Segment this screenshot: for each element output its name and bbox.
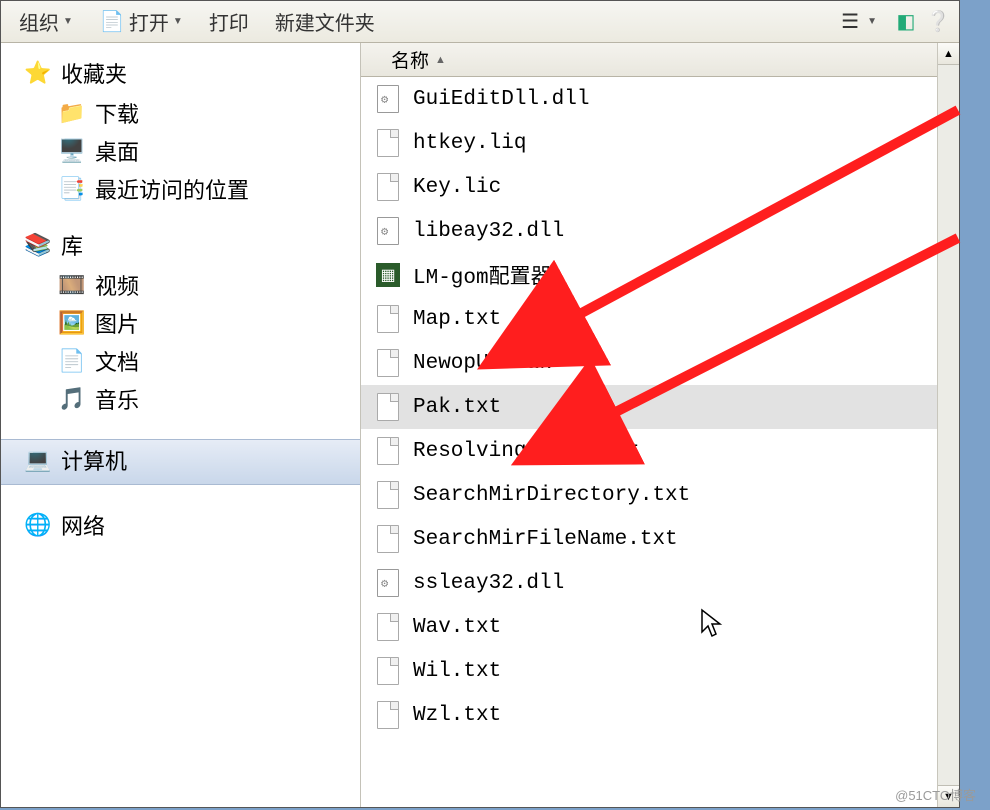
file-row[interactable]: ▦ LM-gom配置器 — [361, 253, 959, 297]
file-name: NewopUI.Pak — [413, 352, 552, 375]
file-row[interactable]: Map.txt — [361, 297, 959, 341]
file-row[interactable]: ssleay32.dll — [361, 561, 959, 605]
file-icon — [375, 304, 401, 334]
file-name: Wav.txt — [413, 616, 501, 639]
new-folder-button[interactable]: 新建文件夹 — [265, 3, 385, 40]
file-list[interactable]: GuiEditDll.dll htkey.liq Key.lic libeay32.d… — [361, 77, 959, 807]
dll-icon — [375, 84, 401, 114]
preview-pane-button[interactable]: ◧ — [893, 9, 919, 35]
sidebar-item-documents[interactable]: 📄 文档 — [59, 345, 360, 377]
new-folder-label: 新建文件夹 — [275, 7, 375, 36]
vertical-scrollbar[interactable]: ▲ ▼ — [937, 43, 959, 807]
file-row[interactable]: Key.lic — [361, 165, 959, 209]
sort-asc-icon: ▲ — [435, 54, 446, 66]
file-name: SearchMirFileName.txt — [413, 528, 678, 551]
file-row[interactable]: Wzl.txt — [361, 693, 959, 737]
file-pane: 名称 ▲ GuiEditDll.dll htkey.liq Key.lic libea… — [361, 43, 959, 807]
nav-tree: ⭐ 收藏夹 📁 下载 🖥️ 桌面 📑 最近访问的位置 📚 — [1, 43, 361, 807]
organize-label: 组织 — [19, 7, 59, 36]
recent-icon: 📑 — [59, 176, 85, 202]
sidebar-item-desktop[interactable]: 🖥️ 桌面 — [59, 135, 360, 167]
file-row[interactable]: libeay32.dll — [361, 209, 959, 253]
file-icon — [375, 524, 401, 554]
document-icon: 📄 — [59, 348, 85, 374]
network-root[interactable]: 🌐 网络 — [25, 509, 360, 541]
network-icon: 🌐 — [25, 512, 51, 538]
file-name: LM-gom配置器 — [413, 260, 552, 290]
libraries-root[interactable]: 📚 库 — [25, 229, 360, 261]
view-icon: ☰ — [837, 9, 863, 35]
file-icon — [375, 700, 401, 730]
sidebar-item-pictures[interactable]: 🖼️ 图片 — [59, 307, 360, 339]
sidebar-item-recent[interactable]: 📑 最近访问的位置 — [59, 173, 360, 205]
scroll-up-button[interactable]: ▲ — [938, 43, 959, 65]
file-row[interactable]: SearchMirDirectory.txt — [361, 473, 959, 517]
chevron-down-icon: ▼ — [867, 16, 877, 27]
file-icon — [375, 172, 401, 202]
chevron-down-icon: ▼ — [63, 16, 73, 27]
dll-icon — [375, 216, 401, 246]
open-button[interactable]: 📄 打开 ▼ — [89, 3, 193, 40]
print-button[interactable]: 打印 — [199, 3, 259, 40]
file-icon — [375, 612, 401, 642]
file-icon — [375, 392, 401, 422]
favorites-root[interactable]: ⭐ 收藏夹 — [25, 57, 360, 89]
file-row[interactable]: htkey.liq — [361, 121, 959, 165]
cursor-icon — [700, 608, 724, 645]
file-name: Map.txt — [413, 308, 501, 331]
file-name: Wzl.txt — [413, 704, 501, 727]
download-folder-icon: 📁 — [59, 100, 85, 126]
file-name: Wil.txt — [413, 660, 501, 683]
file-row[interactable]: Wav.txt — [361, 605, 959, 649]
file-name: libeay32.dll — [413, 220, 564, 243]
star-icon: ⭐ — [25, 60, 51, 86]
file-row[interactable]: GuiEditDll.dll — [361, 77, 959, 121]
sidebar-item-videos[interactable]: 🎞️ 视频 — [59, 269, 360, 301]
sidebar-item-music[interactable]: 🎵 音乐 — [59, 383, 360, 415]
file-icon — [375, 348, 401, 378]
file-icon — [375, 436, 401, 466]
file-row[interactable]: ResolvingPower.txt — [361, 429, 959, 473]
computer-root[interactable]: 💻 计算机 — [25, 444, 360, 476]
organize-button[interactable]: 组织 ▼ — [9, 3, 83, 40]
dll-icon — [375, 568, 401, 598]
file-row[interactable]: NewopUI.Pak — [361, 341, 959, 385]
view-button[interactable]: ☰ ▼ — [827, 5, 887, 39]
sidebar-item-downloads[interactable]: 📁 下载 — [59, 97, 360, 129]
toolbar: 组织 ▼ 📄 打开 ▼ 打印 新建文件夹 ☰ ▼ ◧ ❔ — [1, 1, 959, 43]
print-label: 打印 — [209, 7, 249, 36]
file-icon — [375, 480, 401, 510]
desktop-icon: 🖥️ — [59, 138, 85, 164]
watermark: @51CTO博客 — [895, 785, 976, 804]
file-row[interactable]: Pak.txt — [361, 385, 959, 429]
file-icon — [375, 128, 401, 158]
library-icon: 📚 — [25, 232, 51, 258]
computer-icon: 💻 — [25, 447, 51, 473]
music-icon: 🎵 — [59, 386, 85, 412]
file-row[interactable]: SearchMirFileName.txt — [361, 517, 959, 561]
picture-icon: 🖼️ — [59, 310, 85, 336]
file-name: Key.lic — [413, 176, 501, 199]
file-name: SearchMirDirectory.txt — [413, 484, 690, 507]
file-name: Pak.txt — [413, 396, 501, 419]
document-icon: 📄 — [99, 9, 125, 35]
file-name: ResolvingPower.txt — [413, 440, 640, 463]
file-name: GuiEditDll.dll — [413, 88, 589, 111]
file-row[interactable]: Wil.txt — [361, 649, 959, 693]
file-name: htkey.liq — [413, 132, 526, 155]
file-icon — [375, 656, 401, 686]
chevron-down-icon: ▼ — [173, 16, 183, 27]
help-button[interactable]: ❔ — [925, 9, 951, 35]
file-name: ssleay32.dll — [413, 572, 564, 595]
exe-icon: ▦ — [375, 260, 401, 290]
column-header-name[interactable]: 名称 ▲ — [361, 43, 959, 77]
explorer-window: 组织 ▼ 📄 打开 ▼ 打印 新建文件夹 ☰ ▼ ◧ ❔ ⭐ 收藏夹 — [0, 0, 960, 808]
open-label: 打开 — [129, 7, 169, 36]
video-icon: 🎞️ — [59, 272, 85, 298]
